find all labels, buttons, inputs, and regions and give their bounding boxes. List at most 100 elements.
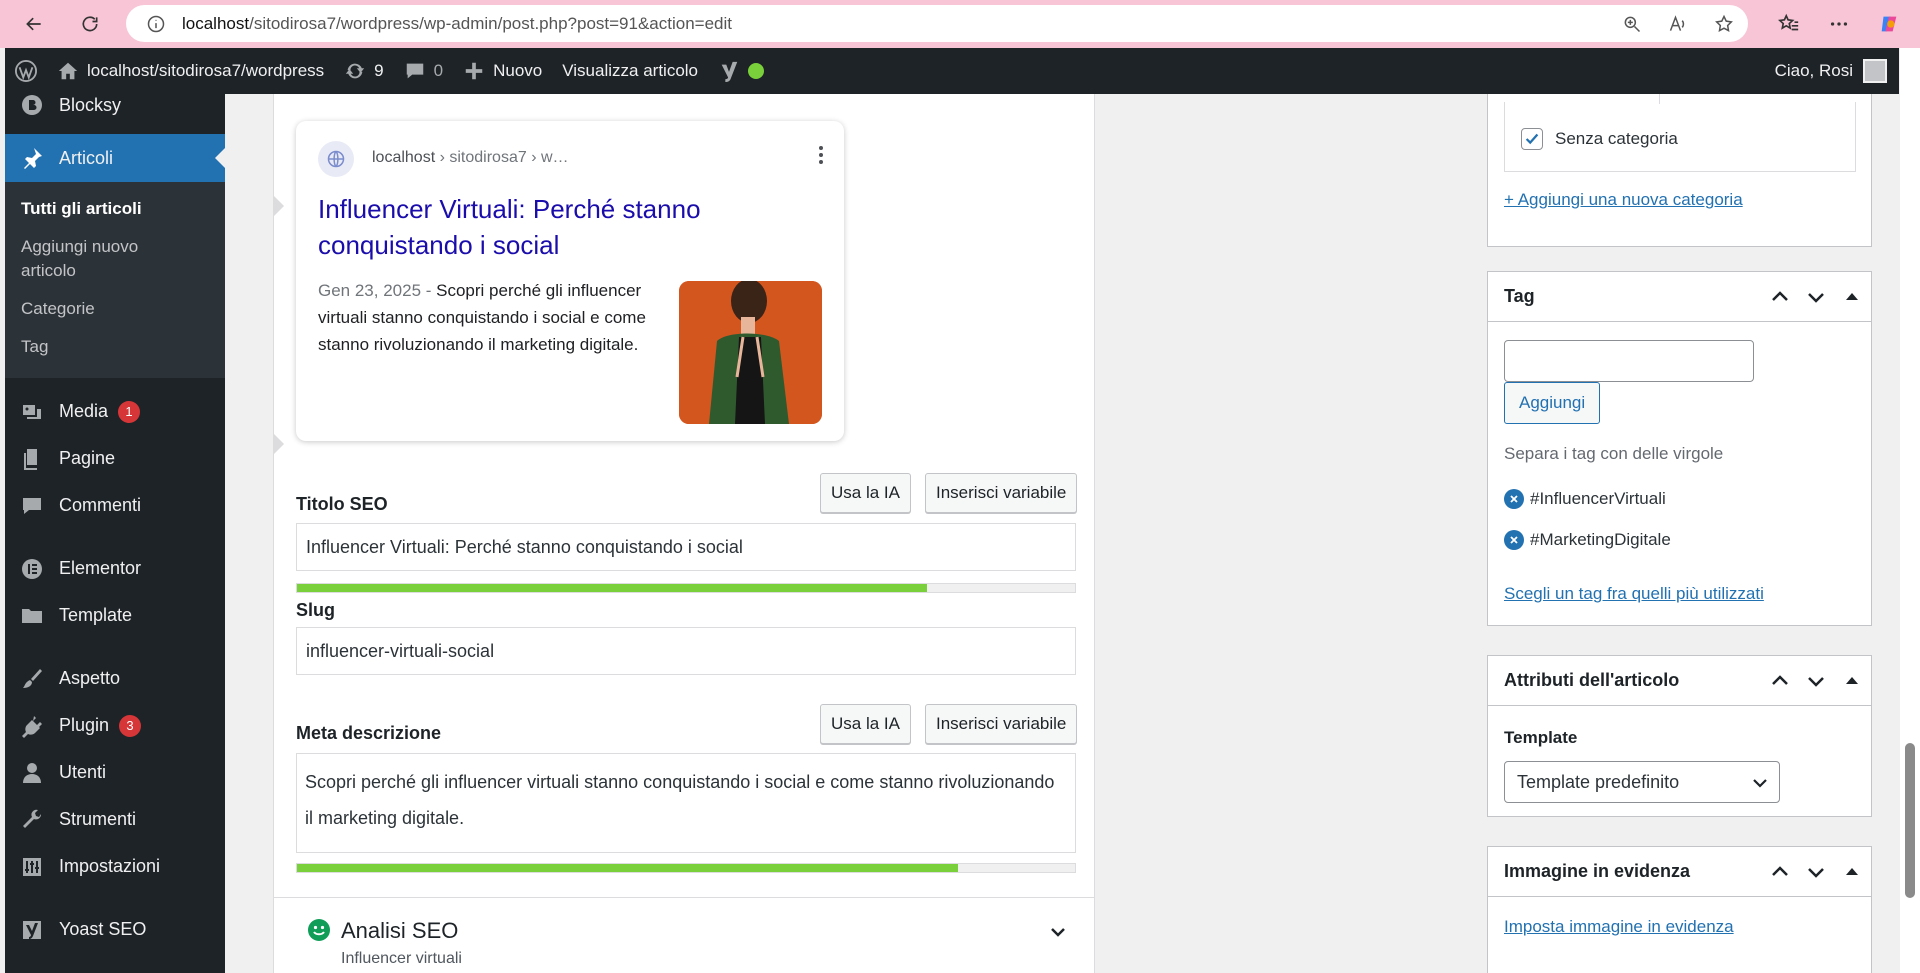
slug-label: Slug <box>296 600 335 620</box>
tag-label: #MarketingDigitale <box>1530 530 1671 549</box>
collapse-toggle-icon[interactable] <box>1841 670 1863 692</box>
updates-link[interactable]: 9 <box>334 48 393 94</box>
zoom-icon[interactable] <box>1622 14 1642 34</box>
menu-item-template[interactable]: Template <box>5 592 225 639</box>
new-content-link[interactable]: Nuovo <box>453 48 552 94</box>
submenu-tags[interactable]: Tag <box>5 328 225 366</box>
favorites-list-icon[interactable] <box>1778 13 1800 35</box>
favorite-star-icon[interactable] <box>1714 14 1734 34</box>
seo-analysis-section[interactable]: Analisi SEO Influencer virtuali <box>274 897 1094 973</box>
meta-ai-button[interactable]: Usa la IA <box>820 704 911 744</box>
menu-label: Yoast SEO <box>59 919 147 939</box>
media-badge: 1 <box>118 400 141 423</box>
template-select-value: Template predefinito <box>1517 771 1680 792</box>
menu-item-elementor[interactable]: Elementor <box>5 545 225 592</box>
globe-icon <box>318 141 354 177</box>
menu-label: Articoli <box>59 147 114 168</box>
menu-label: Pagine <box>59 448 116 468</box>
preview-thumbnail <box>679 281 822 424</box>
collapse-toggle-icon[interactable] <box>1841 861 1863 883</box>
remove-tag-icon[interactable] <box>1504 530 1524 550</box>
blocksy-icon <box>19 92 45 118</box>
plugin-icon <box>19 713 45 739</box>
address-bar[interactable]: localhost/sitodirosa7/wordpress/wp-admin… <box>126 5 1748 42</box>
new-label: Nuovo <box>493 61 543 80</box>
menu-item-blocksy[interactable]: Blocksy <box>5 86 225 124</box>
read-aloud-icon[interactable] <box>1668 14 1688 34</box>
attributes-box-header: Attributi dell'articolo <box>1488 656 1871 706</box>
post-attributes-box: Attributi dell'articolo Template Templat… <box>1487 655 1872 817</box>
seo-title-ai-button[interactable]: Usa la IA <box>820 473 911 513</box>
browser-toolbar: localhost/sitodirosa7/wordpress/wp-admin… <box>0 0 1920 48</box>
page-scrollbar[interactable] <box>1900 48 1920 973</box>
template-label: Template <box>1504 728 1578 747</box>
google-preview-card: localhost › sitodirosa7 › w… Influencer … <box>296 121 844 441</box>
move-down-icon[interactable] <box>1805 286 1827 308</box>
user-greeting[interactable]: Ciao, Rosi <box>1775 61 1853 81</box>
tag-input[interactable] <box>1504 340 1754 382</box>
comment-icon <box>406 63 423 79</box>
menu-item-strumenti[interactable]: Strumenti <box>5 796 225 843</box>
menu-item-aspetto[interactable]: Aspetto <box>5 655 225 702</box>
submenu-all-posts[interactable]: Tutti gli articoli <box>5 190 225 228</box>
choose-popular-tags-link[interactable]: Scegli un tag fra quelli più utilizzati <box>1504 584 1764 604</box>
reload-icon[interactable] <box>72 6 108 42</box>
more-options-icon[interactable] <box>1828 13 1850 35</box>
category-checkbox[interactable] <box>1521 128 1543 150</box>
preview-snippet: Gen 23, 2025 - Scopri perché gli influen… <box>318 277 678 358</box>
admin-sidebar: Blocksy Articoli Tutti gli articoli Aggi… <box>5 94 225 973</box>
menu-item-media[interactable]: Media 1 <box>5 388 225 435</box>
url-host: localhost <box>182 13 250 33</box>
plugin-badge: 3 <box>119 714 142 737</box>
expand-caret-icon[interactable] <box>274 434 284 454</box>
move-down-icon[interactable] <box>1805 861 1827 883</box>
category-list: Senza categoria <box>1504 94 1856 172</box>
copilot-icon[interactable] <box>1878 13 1900 35</box>
preview-separator: - <box>421 281 437 300</box>
remove-tag-icon[interactable] <box>1504 489 1524 509</box>
menu-item-yoast[interactable]: Yoast SEO <box>5 906 225 953</box>
move-down-icon[interactable] <box>1805 670 1827 692</box>
add-category-link[interactable]: + Aggiungi una nuova categoria <box>1504 190 1743 210</box>
move-up-icon[interactable] <box>1769 286 1791 308</box>
submenu-add-new[interactable]: Aggiungi nuovo articolo <box>5 228 185 290</box>
category-item[interactable]: Senza categoria <box>1521 128 1678 150</box>
menu-item-pagine[interactable]: Pagine <box>5 435 225 482</box>
menu-label: Blocksy <box>59 94 122 115</box>
back-icon[interactable] <box>16 6 52 42</box>
meta-length-bar <box>296 863 1076 873</box>
menu-item-plugin[interactable]: Plugin 3 <box>5 702 225 749</box>
avatar[interactable] <box>1863 59 1887 83</box>
collapse-toggle-icon[interactable] <box>1841 286 1863 308</box>
move-up-icon[interactable] <box>1769 670 1791 692</box>
yoast-menu[interactable] <box>708 48 774 94</box>
menu-item-impostazioni[interactable]: Impostazioni <box>5 843 225 890</box>
move-up-icon[interactable] <box>1769 861 1791 883</box>
menu-label: Strumenti <box>59 809 137 829</box>
scrollbar-thumb[interactable] <box>1905 743 1915 898</box>
submenu-categories[interactable]: Categorie <box>5 290 225 328</box>
seo-title-insert-variable-button[interactable]: Inserisci variabile <box>925 473 1078 513</box>
expand-caret-icon[interactable] <box>274 196 284 216</box>
menu-item-articoli[interactable]: Articoli <box>5 134 225 182</box>
menu-item-utenti[interactable]: Utenti <box>5 749 225 796</box>
tag-hint: Separa i tag con delle virgole <box>1504 444 1724 463</box>
seo-title-input[interactable]: Influencer Virtuali: Perché stanno conqu… <box>296 523 1076 571</box>
plus-icon <box>465 62 483 80</box>
chevron-down-icon[interactable] <box>1048 922 1068 942</box>
add-tag-button[interactable]: Aggiungi <box>1504 382 1601 424</box>
comments-link[interactable]: 0 <box>394 48 453 94</box>
category-tab-edge <box>1659 94 1857 104</box>
view-post-link[interactable]: Visualizza articolo <box>552 48 708 94</box>
slug-input[interactable]: influencer-virtuali-social <box>296 627 1076 675</box>
home-icon <box>58 62 78 80</box>
categories-box: Senza categoria + Aggiungi una nuova cat… <box>1487 94 1872 247</box>
template-select[interactable]: Template predefinito <box>1504 761 1780 803</box>
meta-description-textarea[interactable]: Scopri perché gli influencer virtuali st… <box>296 753 1076 853</box>
menu-item-commenti[interactable]: Commenti <box>5 482 225 529</box>
pushpin-icon <box>19 145 45 171</box>
meta-insert-variable-button[interactable]: Inserisci variabile <box>925 704 1078 744</box>
set-featured-image-link[interactable]: Imposta immagine in evidenza <box>1504 917 1734 937</box>
site-info-icon[interactable] <box>146 14 166 34</box>
menu-label: Template <box>59 605 133 625</box>
